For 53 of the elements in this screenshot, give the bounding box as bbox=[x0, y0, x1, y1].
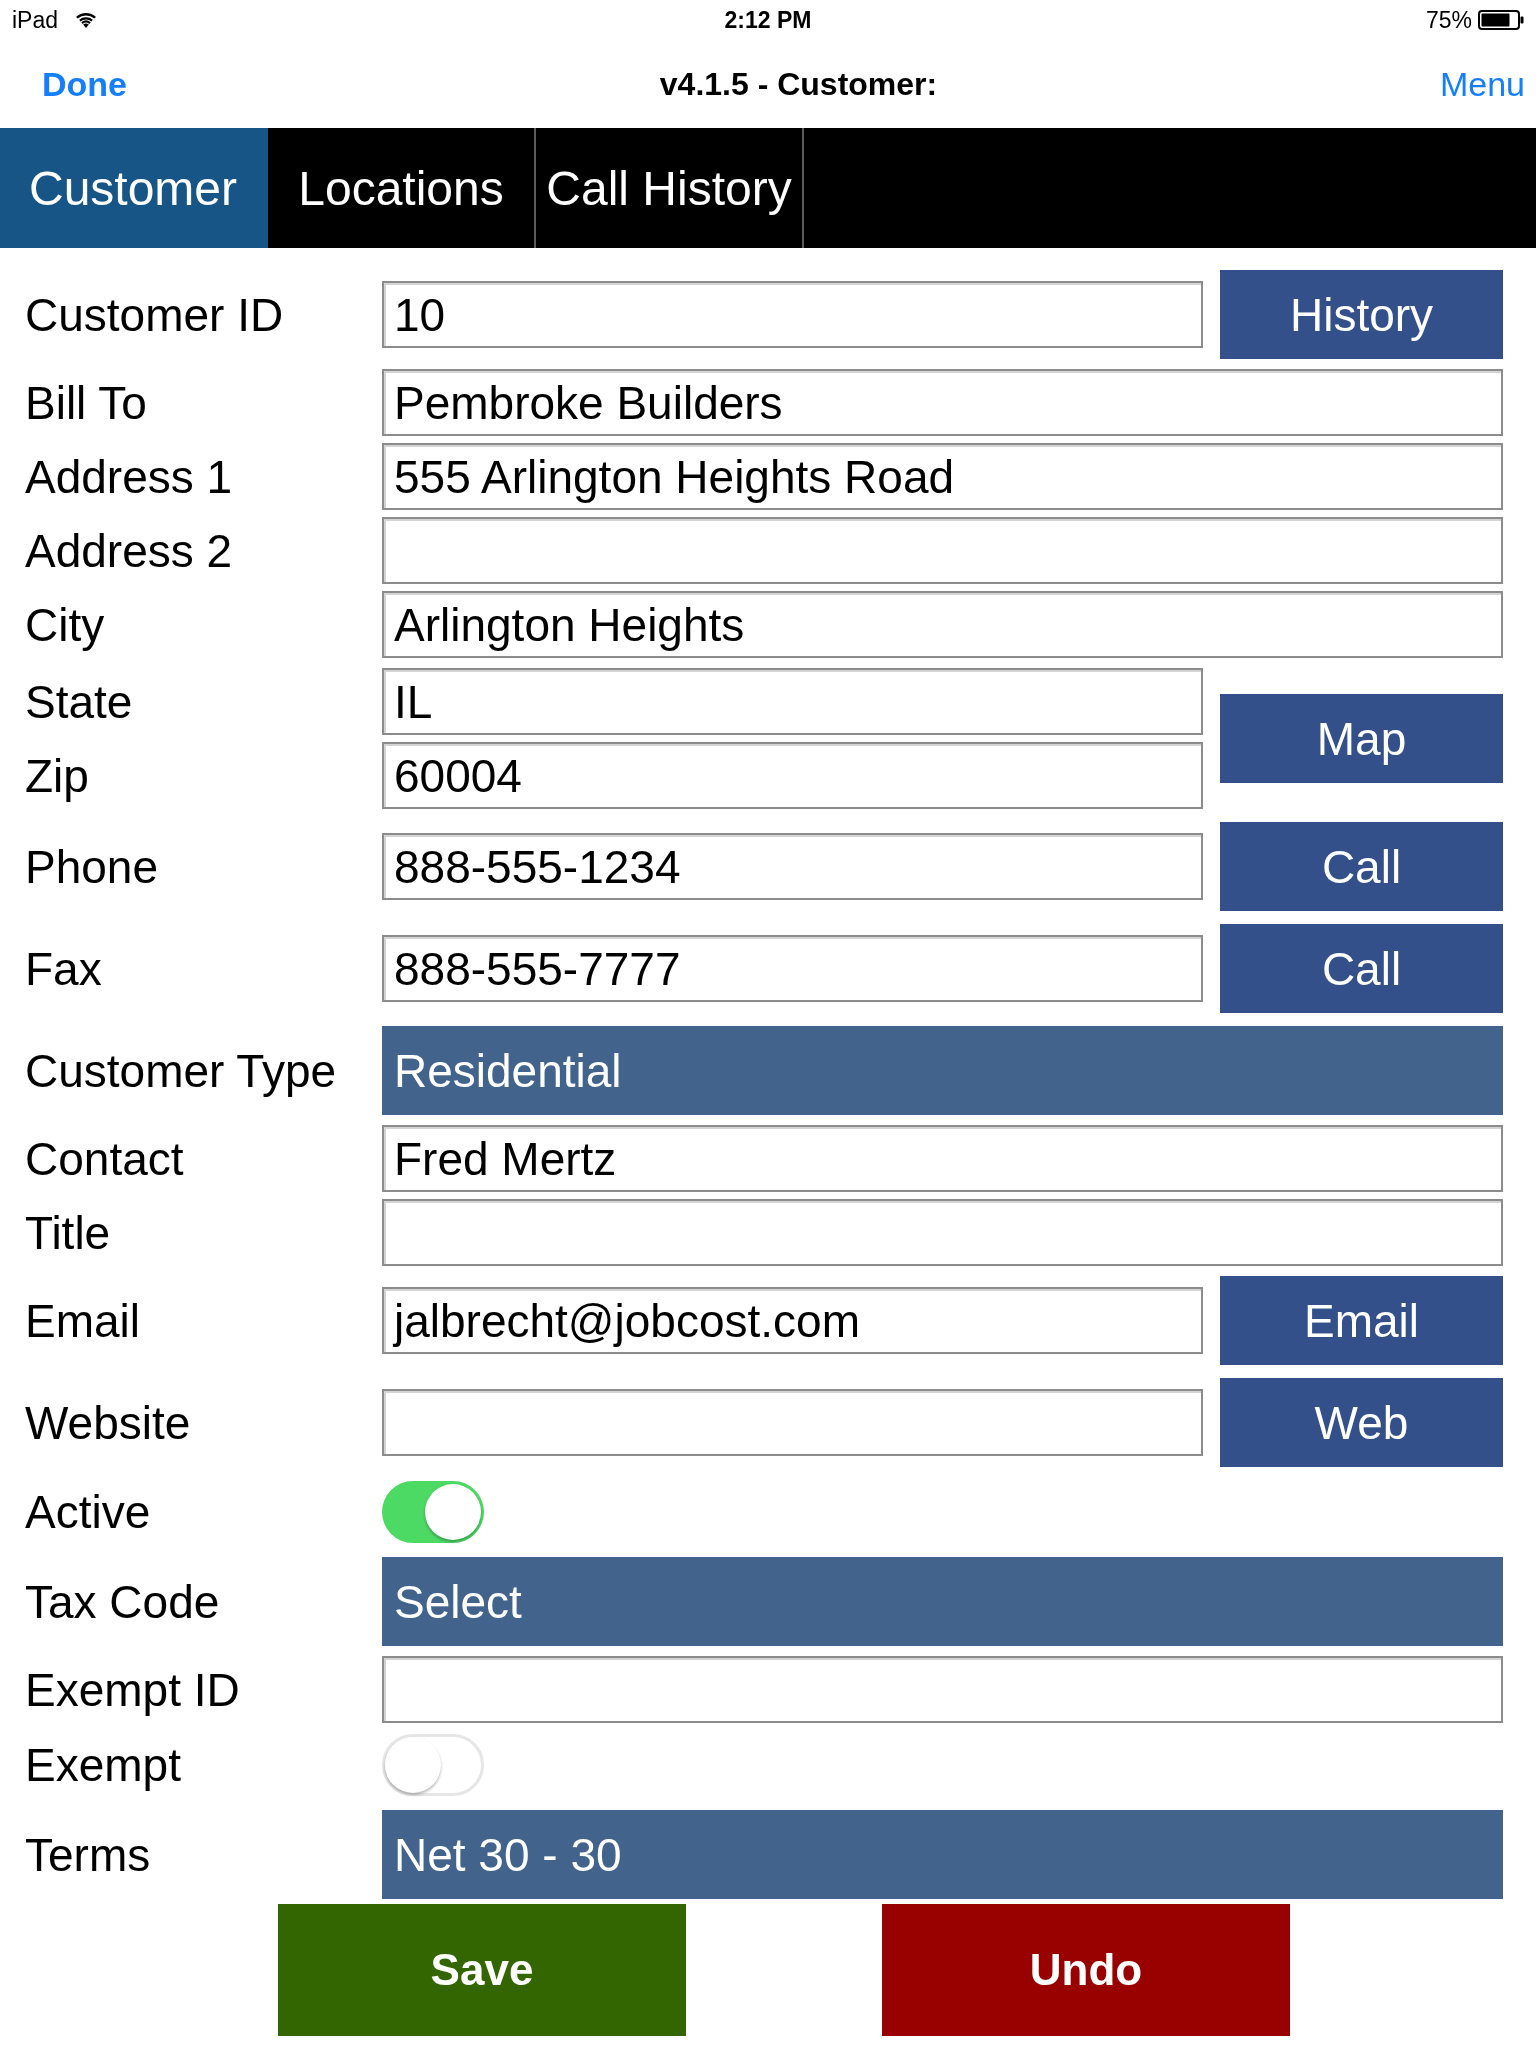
field-label: Customer ID bbox=[24, 287, 285, 343]
done-button[interactable]: Done bbox=[42, 63, 127, 105]
field-label: Exempt bbox=[24, 1738, 182, 1793]
field-label: Phone bbox=[24, 839, 159, 895]
text-field[interactable] bbox=[382, 517, 1503, 584]
action-button[interactable]: Undo bbox=[882, 1904, 1290, 2036]
field-label: Exempt ID bbox=[24, 1662, 241, 1718]
field-label: Bill To bbox=[24, 375, 148, 431]
action-button[interactable]: Call bbox=[1220, 822, 1503, 911]
text-field[interactable]: Pembroke Builders bbox=[382, 369, 1503, 436]
text-field[interactable] bbox=[382, 1199, 1503, 1266]
text-field[interactable]: 555 Arlington Heights Road bbox=[382, 443, 1503, 510]
field-label: Tax Code bbox=[24, 1574, 221, 1630]
nav-title: v4.1.5 - Customer: bbox=[658, 65, 938, 104]
battery-percent: 75% bbox=[1425, 6, 1472, 34]
field-label: Customer Type bbox=[24, 1043, 338, 1099]
menu-button[interactable]: Menu bbox=[1439, 63, 1525, 105]
field-label: Zip bbox=[24, 748, 90, 804]
text-field[interactable] bbox=[382, 1656, 1503, 1723]
action-button[interactable]: History bbox=[1220, 270, 1503, 359]
field-label: Terms bbox=[24, 1827, 152, 1883]
field-label: Title bbox=[24, 1205, 112, 1261]
text-field[interactable]: 10 bbox=[382, 281, 1203, 348]
text-field[interactable]: 60004 bbox=[382, 742, 1203, 809]
battery-icon bbox=[1478, 10, 1524, 30]
field-label: Fax bbox=[24, 941, 103, 997]
dropdown-field[interactable]: Select bbox=[382, 1557, 1503, 1646]
text-field[interactable]: Arlington Heights bbox=[382, 591, 1503, 658]
field-label: Address 2 bbox=[24, 523, 234, 579]
tab[interactable]: Customer bbox=[0, 128, 268, 248]
text-field[interactable]: IL bbox=[382, 668, 1203, 735]
text-field[interactable]: 888-555-1234 bbox=[382, 833, 1203, 900]
action-button[interactable]: Web bbox=[1220, 1378, 1503, 1467]
field-label: Contact bbox=[24, 1131, 185, 1187]
field-label: State bbox=[24, 674, 134, 730]
device-name: iPad bbox=[12, 6, 59, 34]
action-button[interactable]: Save bbox=[278, 1904, 686, 2036]
wifi-icon bbox=[76, 12, 97, 28]
dropdown-field[interactable]: Net 30 - 30 bbox=[382, 1810, 1503, 1899]
text-field[interactable]: jalbrecht@jobcost.com bbox=[382, 1287, 1203, 1354]
field-label: Website bbox=[24, 1395, 192, 1451]
action-button[interactable]: Call bbox=[1220, 924, 1503, 1013]
text-field[interactable]: 888-555-7777 bbox=[382, 935, 1203, 1002]
text-field[interactable] bbox=[382, 1389, 1203, 1456]
field-label: City bbox=[24, 597, 106, 653]
action-button[interactable]: Map bbox=[1220, 694, 1503, 783]
dropdown-field[interactable]: Residential bbox=[382, 1026, 1503, 1115]
field-label: Email bbox=[24, 1293, 142, 1349]
action-button[interactable]: Email bbox=[1220, 1276, 1503, 1365]
status-time: 2:12 PM bbox=[724, 6, 812, 34]
field-label: Active bbox=[24, 1485, 152, 1540]
field-label: Address 1 bbox=[24, 449, 234, 505]
text-field[interactable]: Fred Mertz bbox=[382, 1125, 1503, 1192]
